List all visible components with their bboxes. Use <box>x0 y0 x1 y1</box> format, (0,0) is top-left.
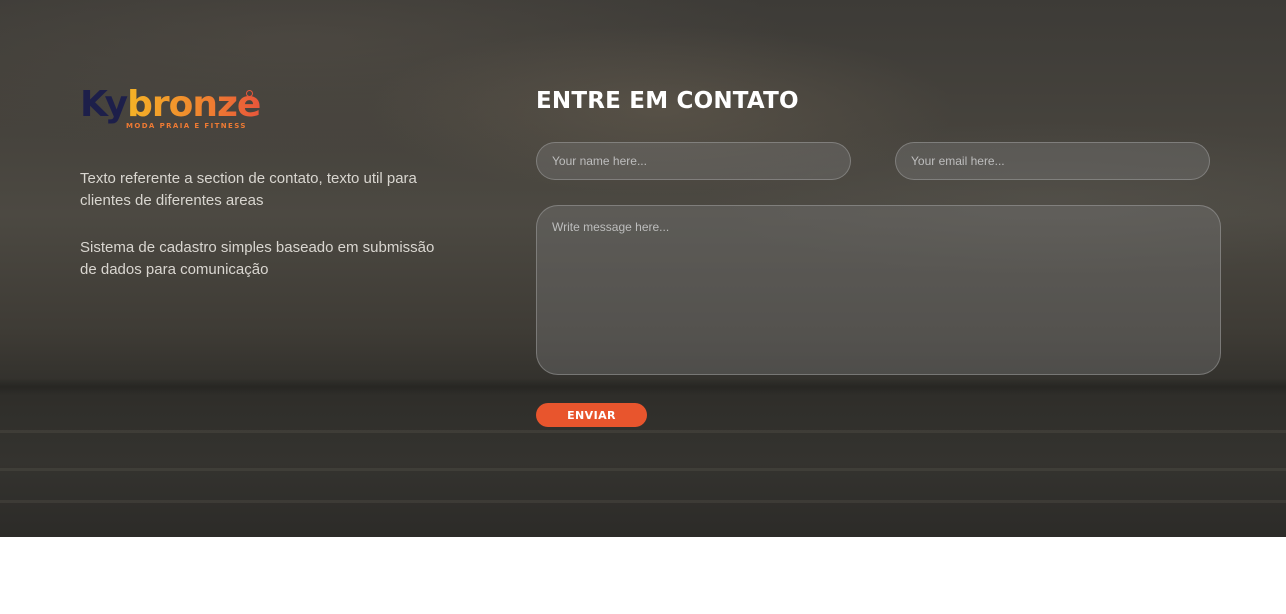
logo-registered-dot <box>246 90 253 97</box>
logo-ky: Ky <box>80 84 128 125</box>
email-input[interactable] <box>895 142 1210 180</box>
form-title: ENTRE EM CONTATO <box>536 88 799 114</box>
brand-logo: Kybronze MODA PRAIA E FITNESS <box>80 84 261 134</box>
message-textarea[interactable] <box>536 205 1221 375</box>
logo-wordmark: Kybronze <box>80 84 261 125</box>
contact-section: Kybronze MODA PRAIA E FITNESS Texto refe… <box>0 0 1286 537</box>
system-description: Sistema de cadastro simples baseado em s… <box>80 239 435 278</box>
send-button[interactable]: ENVIAR <box>536 403 647 427</box>
logo-bronze: bronze <box>127 84 261 125</box>
background-wave <box>0 500 1286 503</box>
background-horizon <box>0 378 1286 396</box>
name-input[interactable] <box>536 142 851 180</box>
logo-tagline: MODA PRAIA E FITNESS <box>126 122 247 130</box>
background-wave <box>0 430 1286 433</box>
contact-description: Texto referente a section de contato, te… <box>80 170 417 209</box>
background-wave <box>0 468 1286 471</box>
